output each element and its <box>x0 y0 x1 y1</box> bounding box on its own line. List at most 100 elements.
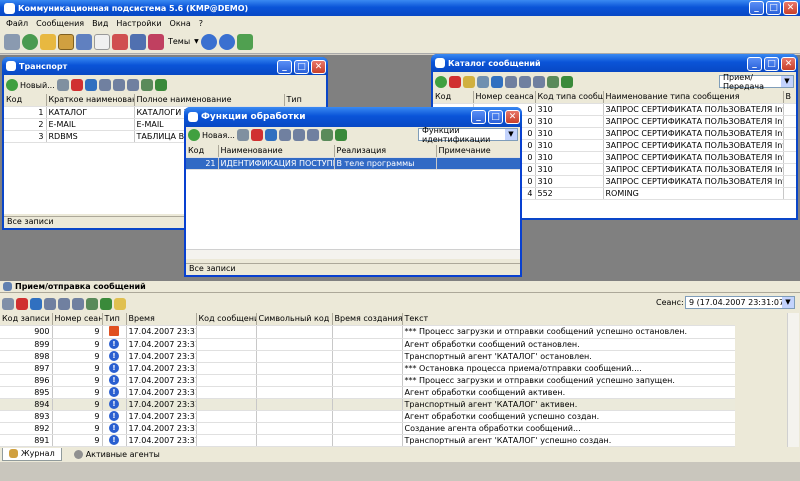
transport-maximize-button[interactable]: □ <box>294 60 309 74</box>
excel-icon[interactable] <box>100 298 112 310</box>
col-session[interactable]: Номер сеанса <box>473 91 536 104</box>
col-type-name[interactable]: Наименование типа сообщения <box>603 91 784 104</box>
table-row[interactable]: 8999! 17.04.2007 23:31:57 Агент обработки … <box>0 338 735 351</box>
table-row[interactable]: 8989! 17.04.2007 23:31:52 Транспортный аге… <box>0 350 735 363</box>
export-icon[interactable] <box>140 79 153 91</box>
col-time[interactable]: Время <box>126 313 197 326</box>
print-icon[interactable] <box>44 298 56 310</box>
chevron-down-icon[interactable]: ▼ <box>782 297 794 308</box>
col-created[interactable]: Время создания <box>332 313 403 326</box>
key-icon[interactable] <box>463 76 475 88</box>
delete-icon[interactable] <box>16 298 28 310</box>
chevron-down-icon[interactable]: ▼ <box>505 129 517 140</box>
search-icon[interactable] <box>2 298 14 310</box>
col-name[interactable]: Наименование <box>218 145 335 158</box>
menu-file[interactable]: Файл <box>2 19 32 28</box>
functions-close-button[interactable]: ✕ <box>505 110 520 124</box>
globe-icon[interactable] <box>22 33 38 50</box>
table-row[interactable]: 8979! 17.04.2007 23:31:49 *** Остановка пр… <box>0 362 735 375</box>
print-icon[interactable] <box>98 79 111 91</box>
delete-icon[interactable] <box>70 79 83 91</box>
col-type-code[interactable]: Код типа сообщения <box>535 91 604 104</box>
maximize-button[interactable]: □ <box>766 1 781 15</box>
col-type[interactable]: Тип <box>102 313 127 326</box>
transport-minimize-button[interactable]: _ <box>277 60 292 74</box>
excel-icon[interactable] <box>561 76 573 88</box>
table-row[interactable]: 21ИДЕНТИФИКАЦИЯ ПОСТУПИВШЕЙ ИВ теле прог… <box>186 157 520 170</box>
copy-icon[interactable] <box>58 298 70 310</box>
monitor-icon[interactable] <box>130 33 146 50</box>
menu-settings[interactable]: Настройки <box>112 19 165 28</box>
transport-close-button[interactable]: ✕ <box>311 60 326 74</box>
list-icon[interactable] <box>114 298 126 310</box>
functions-hscroll[interactable] <box>186 249 520 259</box>
catalog-direction-select[interactable]: Прием/Передача ▼ <box>719 73 794 91</box>
print-icon[interactable] <box>278 129 291 141</box>
copy-icon[interactable] <box>112 79 125 91</box>
tree-icon[interactable] <box>533 76 545 88</box>
catalog-minimize-button[interactable]: _ <box>747 57 762 71</box>
edit-icon[interactable] <box>56 79 69 91</box>
info-icon[interactable] <box>218 33 235 50</box>
exit-icon[interactable] <box>236 33 253 50</box>
add-icon[interactable] <box>188 129 200 141</box>
minimize-button[interactable]: _ <box>749 1 764 15</box>
excel-icon[interactable] <box>334 129 347 141</box>
col-symbolic-code[interactable]: Символьный код типа <box>256 313 333 326</box>
close-button[interactable]: ✕ <box>783 1 798 15</box>
excel-icon[interactable] <box>154 79 167 91</box>
themes-dropdown-icon[interactable]: ▼ <box>194 38 199 45</box>
chevron-down-icon[interactable]: ▼ <box>781 76 793 87</box>
col-implementation[interactable]: Реализация <box>334 145 437 158</box>
table-row[interactable]: 8919! 17.04.2007 23:31:07 Транспортный аге… <box>0 434 735 447</box>
new-function-button[interactable]: Новая... <box>202 131 235 140</box>
table-row[interactable]: 8959! 17.04.2007 23:31:07 Агент обработки … <box>0 386 735 399</box>
new-button[interactable]: Новый... <box>20 81 55 90</box>
filter-icon[interactable] <box>477 76 489 88</box>
col-full-name[interactable]: Полное наименование <box>134 94 285 107</box>
col-message-code[interactable]: Код сообщения <box>196 313 257 326</box>
copy-icon[interactable] <box>292 129 305 141</box>
col-record-code[interactable]: Код записи <box>0 313 53 326</box>
database-icon[interactable] <box>76 33 92 50</box>
themes-button[interactable]: Темы <box>166 37 192 46</box>
col-code[interactable]: Код <box>4 94 47 107</box>
col-code[interactable]: Код <box>186 145 219 158</box>
folder-icon[interactable] <box>40 33 56 50</box>
book-icon[interactable] <box>148 33 164 50</box>
refresh-icon[interactable] <box>491 76 503 88</box>
refresh-icon[interactable] <box>264 129 277 141</box>
menu-windows[interactable]: Окна <box>166 19 195 28</box>
catalog-close-button[interactable]: ✕ <box>781 57 796 71</box>
col-type[interactable]: Тип <box>284 94 326 107</box>
col-note[interactable]: Примечание <box>436 145 520 158</box>
tree-icon[interactable] <box>126 79 139 91</box>
functions-minimize-button[interactable]: _ <box>471 110 486 124</box>
delete-icon[interactable] <box>250 129 263 141</box>
refresh-icon[interactable] <box>84 79 97 91</box>
delete-icon[interactable] <box>449 76 461 88</box>
tab-journal[interactable]: Журнал <box>2 447 62 461</box>
help-icon[interactable] <box>200 33 217 50</box>
settings-icon[interactable] <box>58 33 74 50</box>
export-icon[interactable] <box>86 298 98 310</box>
table-row[interactable]: 9009 17.04.2007 23:31:57 *** Процесс загру… <box>0 325 735 339</box>
print-icon[interactable] <box>505 76 517 88</box>
table-row[interactable]: 8929! 17.04.2007 23:31:07 Создание агента … <box>0 422 735 435</box>
document-icon[interactable] <box>94 33 110 50</box>
menu-help[interactable]: ? <box>195 19 207 28</box>
session-select[interactable]: 9 (17.04.2007 23:31:07) ▼ <box>685 296 795 309</box>
add-icon[interactable] <box>6 79 18 91</box>
transfer-icon[interactable] <box>112 33 128 50</box>
export-icon[interactable] <box>547 76 559 88</box>
add-icon[interactable] <box>435 76 447 88</box>
copy-icon[interactable] <box>519 76 531 88</box>
table-row[interactable]: 8939! 17.04.2007 23:31:07 Агент обработки … <box>0 410 735 423</box>
menu-messages[interactable]: Сообщения <box>32 19 88 28</box>
functions-maximize-button[interactable]: □ <box>488 110 503 124</box>
messages-vscroll[interactable] <box>787 313 799 447</box>
catalog-maximize-button[interactable]: □ <box>764 57 779 71</box>
reports-icon[interactable] <box>4 33 20 50</box>
table-row[interactable]: 8969! 17.04.2007 23:31:07 *** Процесс загр… <box>0 374 735 387</box>
edit-icon[interactable] <box>236 129 249 141</box>
